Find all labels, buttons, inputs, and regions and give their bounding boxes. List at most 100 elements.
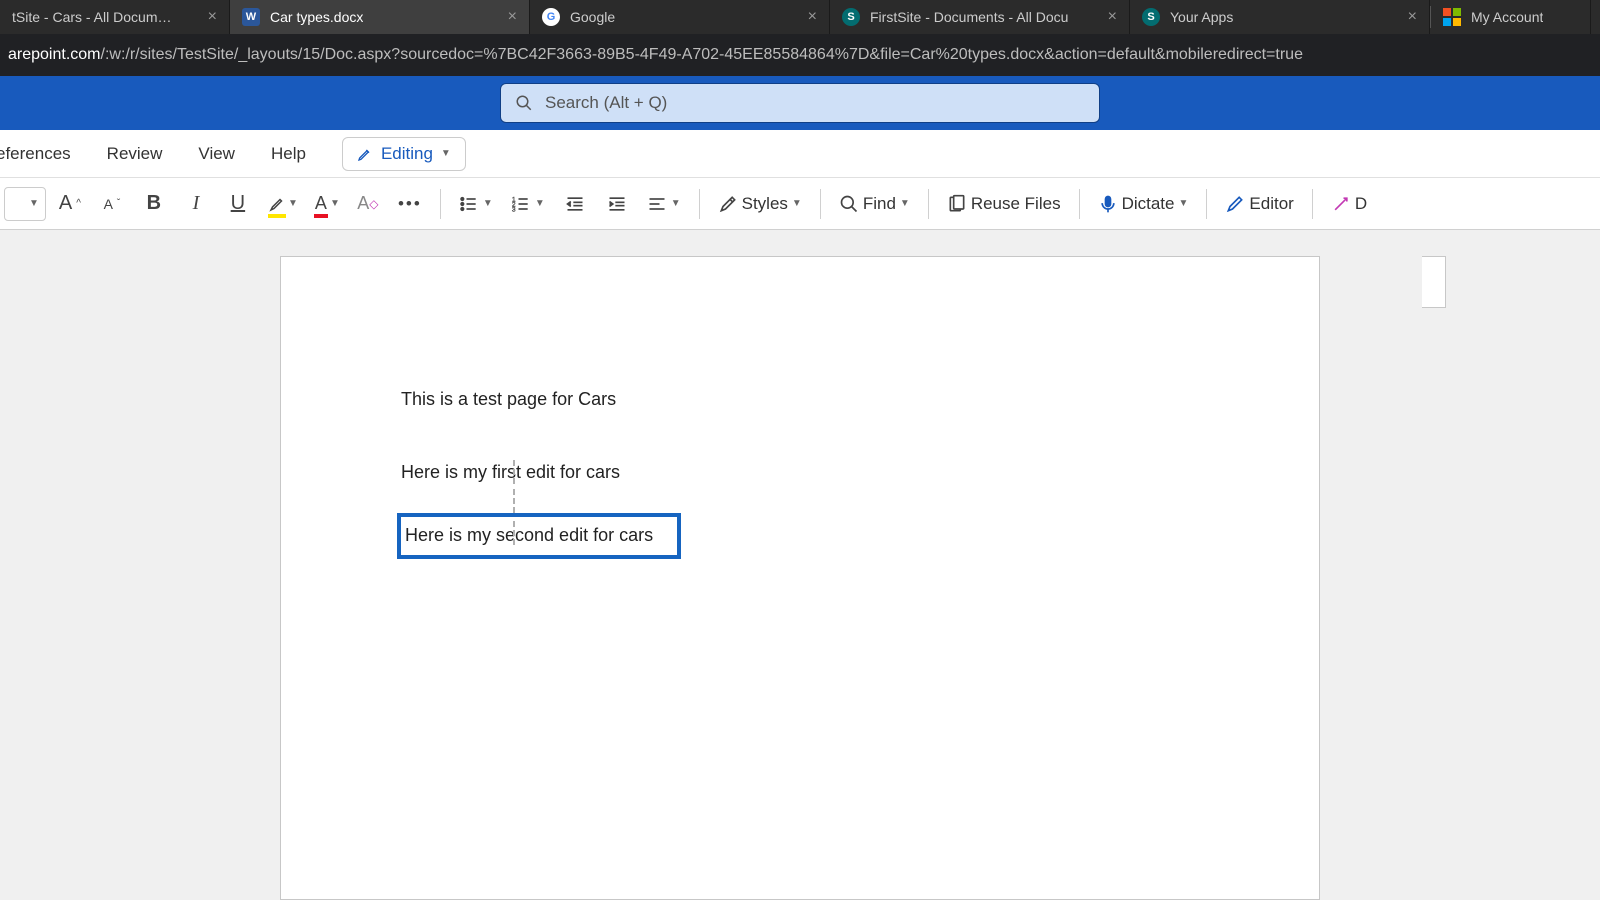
- document-page[interactable]: This is a test page for Cars Here is my …: [280, 256, 1320, 900]
- tab-help[interactable]: Help: [271, 144, 306, 164]
- search-icon: [515, 94, 533, 112]
- editor-icon: [1225, 194, 1245, 214]
- tab-your-apps[interactable]: S Your Apps ×: [1130, 0, 1430, 34]
- separator: [928, 189, 929, 219]
- page-extension: [1422, 256, 1446, 308]
- magic-icon: [1331, 194, 1351, 214]
- separator: [1079, 189, 1080, 219]
- paragraph[interactable]: Here is my first edit for cars: [401, 460, 1199, 485]
- word-icon: W: [242, 8, 260, 26]
- document-canvas: This is a test page for Cars Here is my …: [0, 230, 1600, 900]
- paragraph[interactable]: Here is my second edit for cars: [405, 523, 653, 548]
- increase-font-button[interactable]: A^: [52, 186, 88, 222]
- reuse-files-button[interactable]: Reuse Files: [941, 186, 1067, 222]
- highlight-button[interactable]: ▼: [262, 186, 302, 222]
- sharepoint-icon: S: [1142, 8, 1160, 26]
- bullets-button[interactable]: ▼: [453, 186, 499, 222]
- numbering-button[interactable]: 123 ▼: [505, 186, 551, 222]
- chevron-down-icon: ▼: [29, 198, 39, 209]
- close-icon[interactable]: ×: [1388, 8, 1417, 26]
- reuse-icon: [947, 194, 967, 214]
- revision-mark: [513, 521, 516, 545]
- separator: [1312, 189, 1313, 219]
- tab-references[interactable]: eferences: [0, 144, 71, 164]
- decrease-indent-button[interactable]: [557, 186, 593, 222]
- tab-car-types-docx[interactable]: W Car types.docx ×: [230, 0, 530, 34]
- ribbon-toolbar: ▼ A^ Aˇ B I U ▼ A▼ A◇ ••• ▼ 123 ▼ ▼ Style…: [0, 178, 1600, 230]
- tab-title: My Account: [1471, 9, 1543, 25]
- close-icon[interactable]: ×: [788, 8, 817, 26]
- clear-formatting-button[interactable]: A◇: [350, 186, 386, 222]
- separator: [440, 189, 441, 219]
- align-icon: [647, 194, 667, 214]
- bullets-icon: [459, 194, 479, 214]
- font-size-dropdown[interactable]: ▼: [4, 187, 46, 221]
- reuse-label: Reuse Files: [971, 194, 1061, 214]
- chevron-down-icon: ▼: [483, 198, 493, 209]
- microsoft-icon: [1443, 8, 1461, 26]
- ribbon-tabs: eferences Review View Help Editing ▼: [0, 130, 1600, 178]
- editing-mode-label: Editing: [381, 144, 433, 164]
- search-icon: [839, 194, 859, 214]
- address-bar[interactable]: arepoint.com/:w:/r/sites/TestSite/_layou…: [0, 34, 1600, 76]
- find-label: Find: [863, 194, 896, 214]
- styles-icon: [718, 194, 738, 214]
- selection-highlight: Here is my second edit for cars: [397, 513, 681, 558]
- tab-title: FirstSite - Documents - All Docu: [870, 9, 1068, 25]
- chevron-down-icon: ▼: [792, 198, 802, 209]
- increase-indent-button[interactable]: [599, 186, 635, 222]
- designer-button[interactable]: D: [1325, 186, 1373, 222]
- editor-label: Editor: [1249, 194, 1293, 214]
- decrease-font-button[interactable]: Aˇ: [94, 186, 130, 222]
- tab-google[interactable]: G Google ×: [530, 0, 830, 34]
- pencil-icon: [357, 146, 373, 162]
- align-button[interactable]: ▼: [641, 186, 687, 222]
- dictate-button[interactable]: Dictate ▼: [1092, 186, 1195, 222]
- close-icon[interactable]: ×: [188, 8, 217, 26]
- editing-mode-button[interactable]: Editing ▼: [342, 137, 466, 171]
- tab-firstsite-docs[interactable]: S FirstSite - Documents - All Docu ×: [830, 0, 1130, 34]
- separator: [820, 189, 821, 219]
- bold-button[interactable]: B: [136, 186, 172, 222]
- chevron-down-icon: ▼: [1179, 198, 1189, 209]
- chevron-down-icon: ▼: [288, 198, 298, 209]
- dictate-label: Dictate: [1122, 194, 1175, 214]
- chevron-down-icon: ▼: [535, 198, 545, 209]
- tab-title: Your Apps: [1170, 9, 1233, 25]
- styles-label: Styles: [742, 194, 788, 214]
- more-formatting-button[interactable]: •••: [392, 186, 428, 222]
- underline-button[interactable]: U: [220, 186, 256, 222]
- revision-mark: [513, 489, 516, 513]
- paragraph[interactable]: This is a test page for Cars: [401, 387, 1199, 412]
- sharepoint-icon: S: [842, 8, 860, 26]
- revision-mark: [513, 460, 516, 484]
- svg-text:3: 3: [512, 206, 516, 213]
- chevron-down-icon: ▼: [671, 198, 681, 209]
- url-text: arepoint.com/:w:/r/sites/TestSite/_layou…: [8, 46, 1303, 64]
- close-icon[interactable]: ×: [1088, 8, 1117, 26]
- close-icon[interactable]: ×: [488, 8, 517, 26]
- browser-tab-bar: tSite - Cars - All Documents × W Car typ…: [0, 0, 1600, 34]
- tab-sharepoint-cars[interactable]: tSite - Cars - All Documents ×: [0, 0, 230, 34]
- tab-title: tSite - Cars - All Documents: [12, 9, 178, 25]
- numbering-icon: 123: [511, 194, 531, 214]
- styles-button[interactable]: Styles ▼: [712, 186, 808, 222]
- tab-view[interactable]: View: [198, 144, 235, 164]
- editor-button[interactable]: Editor: [1219, 186, 1299, 222]
- italic-button[interactable]: I: [178, 186, 214, 222]
- outdent-icon: [565, 194, 585, 214]
- tab-my-account[interactable]: My Account: [1431, 0, 1591, 34]
- search-placeholder: Search (Alt + Q): [545, 93, 667, 113]
- tab-review[interactable]: Review: [107, 144, 163, 164]
- separator: [1206, 189, 1207, 219]
- separator: [699, 189, 700, 219]
- tab-title: Car types.docx: [270, 9, 363, 25]
- tab-title: Google: [570, 9, 615, 25]
- search-input[interactable]: Search (Alt + Q): [500, 83, 1100, 123]
- mic-icon: [1098, 194, 1118, 214]
- chevron-down-icon: ▼: [330, 198, 340, 209]
- find-button[interactable]: Find ▼: [833, 186, 916, 222]
- font-color-button[interactable]: A▼: [308, 186, 344, 222]
- highlighter-icon: [268, 195, 286, 213]
- chevron-down-icon: ▼: [900, 198, 910, 209]
